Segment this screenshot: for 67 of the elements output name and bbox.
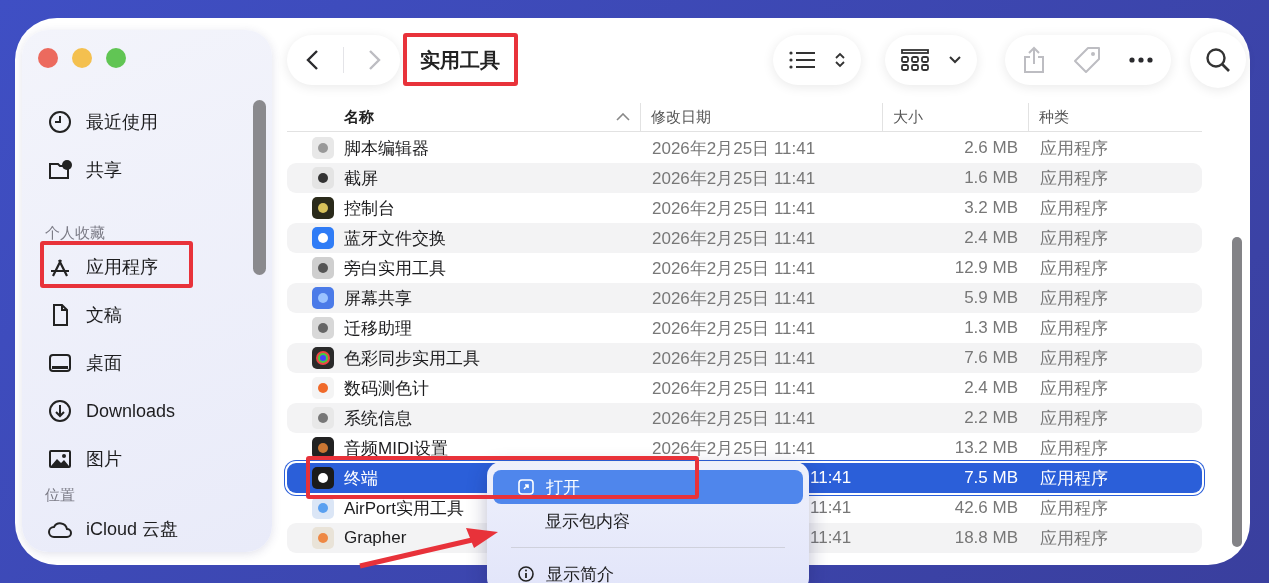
modified-date: 2026年2月25日 11:41 <box>652 258 816 278</box>
file-name: 迁移助理 <box>344 317 412 340</box>
sidebar-label: 桌面 <box>86 352 122 375</box>
file-kind: 应用程序 <box>1040 498 1108 518</box>
file-size: 5.9 MB <box>964 288 1018 307</box>
modified-date: 2026年2月25日 11:41 <box>652 438 816 458</box>
file-kind: 应用程序 <box>1040 528 1108 548</box>
file-kind: 应用程序 <box>1040 288 1108 308</box>
file-kind: 应用程序 <box>1040 318 1108 338</box>
file-kind: 应用程序 <box>1040 408 1108 428</box>
file-name: 终端 <box>344 467 378 490</box>
sidebar-label: 文稿 <box>86 304 122 327</box>
sidebar-label: 图片 <box>86 448 122 471</box>
file-name: 蓝牙文件交换 <box>344 227 446 250</box>
file-name: Grapher <box>344 528 407 548</box>
file-size: 13.2 MB <box>954 438 1018 457</box>
modified-date: 2026年2月25日 11:41 <box>652 168 816 188</box>
file-size: 3.2 MB <box>964 198 1018 217</box>
file-name: 色彩同步实用工具 <box>344 347 480 370</box>
file-size: 2.4 MB <box>964 228 1018 247</box>
file-kind: 应用程序 <box>1040 258 1108 278</box>
file-size: 1.3 MB <box>964 318 1018 337</box>
file-name: 控制台 <box>344 197 395 220</box>
modified-date: 2026年2月25日 11:41 <box>652 138 816 158</box>
file-kind: 应用程序 <box>1040 138 1108 158</box>
file-name: 数码测色计 <box>344 377 429 400</box>
modified-date: 2026年2月25日 11:41 <box>652 348 816 368</box>
file-name: 音频MIDI设置 <box>344 437 448 460</box>
window-title: 实用工具 <box>419 47 501 73</box>
file-size: 2.6 MB <box>964 138 1018 157</box>
file-size: 7.6 MB <box>964 348 1018 367</box>
sidebar-label: 共享 <box>86 159 122 182</box>
file-kind: 应用程序 <box>1040 438 1108 458</box>
modified-date: 2026年2月25日 11:41 <box>652 228 816 248</box>
modified-date: 2026年2月25日 11:41 <box>652 408 816 428</box>
modified-date: 2026年2月25日 11:41 <box>652 318 816 338</box>
modified-date: 11:41 <box>809 498 852 517</box>
file-size: 18.8 MB <box>954 528 1018 547</box>
file-size: 7.5 MB <box>964 468 1018 487</box>
file-kind: 应用程序 <box>1040 168 1108 188</box>
file-name: AirPort实用工具 <box>344 497 464 520</box>
sidebar-label: iCloud 云盘 <box>86 518 179 541</box>
modified-date: 11:41 <box>809 528 852 547</box>
sidebar-label: Downloads <box>86 400 176 422</box>
file-size: 2.2 MB <box>964 408 1018 427</box>
file-kind: 应用程序 <box>1040 468 1108 488</box>
modified-date: 2026年2月25日 11:41 <box>652 288 816 308</box>
sidebar-label: 最近使用 <box>86 111 158 134</box>
file-size: 12.9 MB <box>954 258 1018 277</box>
file-name: 旁白实用工具 <box>344 257 446 280</box>
modified-date: 11:41 <box>809 468 852 487</box>
file-kind: 应用程序 <box>1040 198 1108 218</box>
file-kind: 应用程序 <box>1040 348 1108 368</box>
file-kind: 应用程序 <box>1040 378 1108 398</box>
section-heading: 位置 <box>44 485 76 505</box>
file-kind: 应用程序 <box>1040 228 1108 248</box>
modified-date: 2026年2月25日 11:41 <box>652 378 816 398</box>
file-size: 2.4 MB <box>964 378 1018 397</box>
modified-date: 2026年2月25日 11:41 <box>652 198 816 218</box>
file-name: 截屏 <box>344 167 378 190</box>
file-name: 系统信息 <box>344 407 412 430</box>
sidebar-label: 应用程序 <box>86 256 158 279</box>
file-size: 42.6 MB <box>954 498 1018 517</box>
file-name: 脚本编辑器 <box>344 137 429 160</box>
file-name: 屏幕共享 <box>344 287 412 310</box>
section-heading: 个人收藏 <box>44 223 106 243</box>
file-size: 1.6 MB <box>964 168 1018 187</box>
